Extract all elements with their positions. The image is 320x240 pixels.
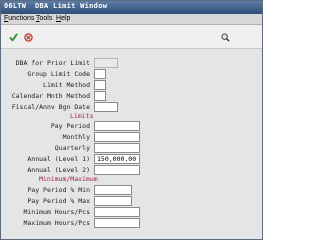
menu-bar: Functions Tools Help [1, 14, 262, 25]
field-calendar-month-method[interactable] [94, 91, 106, 101]
field-dba-prior-limit[interactable] [94, 58, 118, 68]
label-limit-method: Limit Method [43, 81, 90, 89]
label-annual-level2: Annual (Level 2) [27, 166, 90, 174]
section-limits: Limits [70, 112, 94, 120]
field-annual-level1[interactable]: 150,000.00 [94, 154, 140, 164]
section-minimum-maximum: Minimum/Maximum [39, 175, 98, 183]
label-pay-period-pct-min: Pay Period % Min [27, 186, 90, 194]
field-min-hours-pcs[interactable] [94, 207, 140, 217]
window-title: DBA Limit Window [35, 2, 108, 10]
check-icon[interactable] [9, 33, 18, 42]
window-code: 06LTW [4, 2, 27, 10]
title-bar: 06LTW DBA Limit Window [1, 1, 262, 14]
cancel-icon[interactable] [24, 33, 33, 42]
label-max-hours-pcs: Maximum Hours/Pcs [23, 219, 90, 227]
field-pay-period-pct-min[interactable] [94, 185, 132, 195]
magnifier-icon[interactable] [221, 33, 230, 42]
field-quarterly[interactable] [94, 143, 140, 153]
menu-tools[interactable]: Tools [36, 15, 52, 22]
field-pay-period-pct-max[interactable] [94, 196, 132, 206]
menu-help[interactable]: Help [56, 15, 70, 22]
field-fiscal-anniv-begin-date[interactable] [94, 102, 118, 112]
dba-limit-window: 06LTW DBA Limit Window Functions Tools H… [0, 0, 263, 240]
label-pay-period-pct-max: Pay Period % Max [27, 197, 90, 205]
field-max-hours-pcs[interactable] [94, 218, 140, 228]
field-annual-level2[interactable] [94, 165, 140, 175]
label-group-limit-code: Group Limit Code [27, 70, 90, 78]
label-dba-prior-limit: DBA for Prior Limit [15, 59, 90, 67]
label-min-hours-pcs: Minimum Hours/Pcs [23, 208, 90, 216]
field-limit-method[interactable] [94, 80, 106, 90]
toolbar [1, 25, 262, 49]
label-annual-level1: Annual (Level 1) [27, 155, 90, 163]
label-quarterly: Quarterly [54, 144, 90, 152]
field-monthly[interactable] [94, 132, 140, 142]
menu-functions[interactable]: Functions [4, 15, 34, 22]
field-group-limit-code[interactable] [94, 69, 106, 79]
field-pay-period[interactable] [94, 121, 140, 131]
label-pay-period: Pay Period [50, 122, 90, 130]
label-monthly: Monthly [62, 133, 90, 141]
label-fiscal-anniv-begin-date: Fiscal/Annv Bgn Date [11, 103, 90, 111]
label-calendar-month-method: Calendar Mnth Method [11, 92, 90, 100]
form-area: DBA for Prior Limit Group Limit Code Lim… [1, 50, 262, 239]
